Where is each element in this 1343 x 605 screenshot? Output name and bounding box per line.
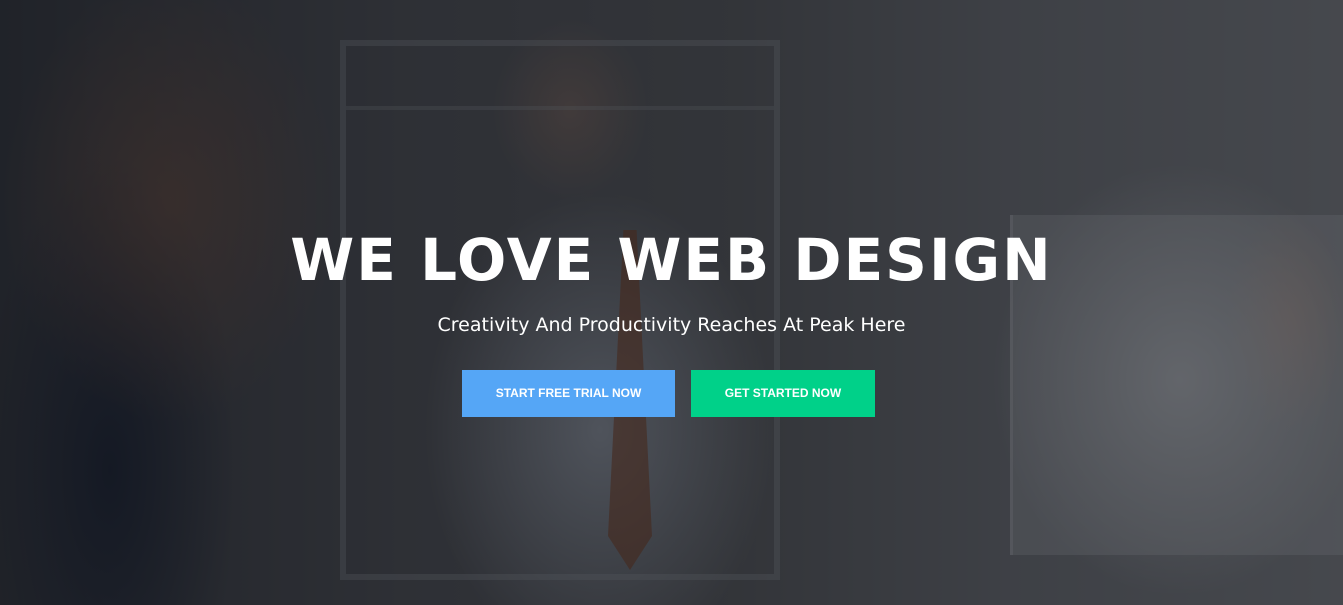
- start-free-trial-button[interactable]: START FREE TRIAL NOW: [462, 370, 675, 417]
- hero-subtitle: Creativity And Productivity Reaches At P…: [437, 314, 906, 336]
- get-started-button[interactable]: GET STARTED NOW: [691, 370, 875, 417]
- hero-content: WE LOVE WEB DESIGN Creativity And Produc…: [0, 222, 1343, 417]
- hero-buttons: START FREE TRIAL NOW GET STARTED NOW: [0, 370, 1343, 417]
- hero-title: WE LOVE WEB DESIGN: [290, 226, 1053, 294]
- hero-section: WE LOVE WEB DESIGN Creativity And Produc…: [0, 0, 1343, 605]
